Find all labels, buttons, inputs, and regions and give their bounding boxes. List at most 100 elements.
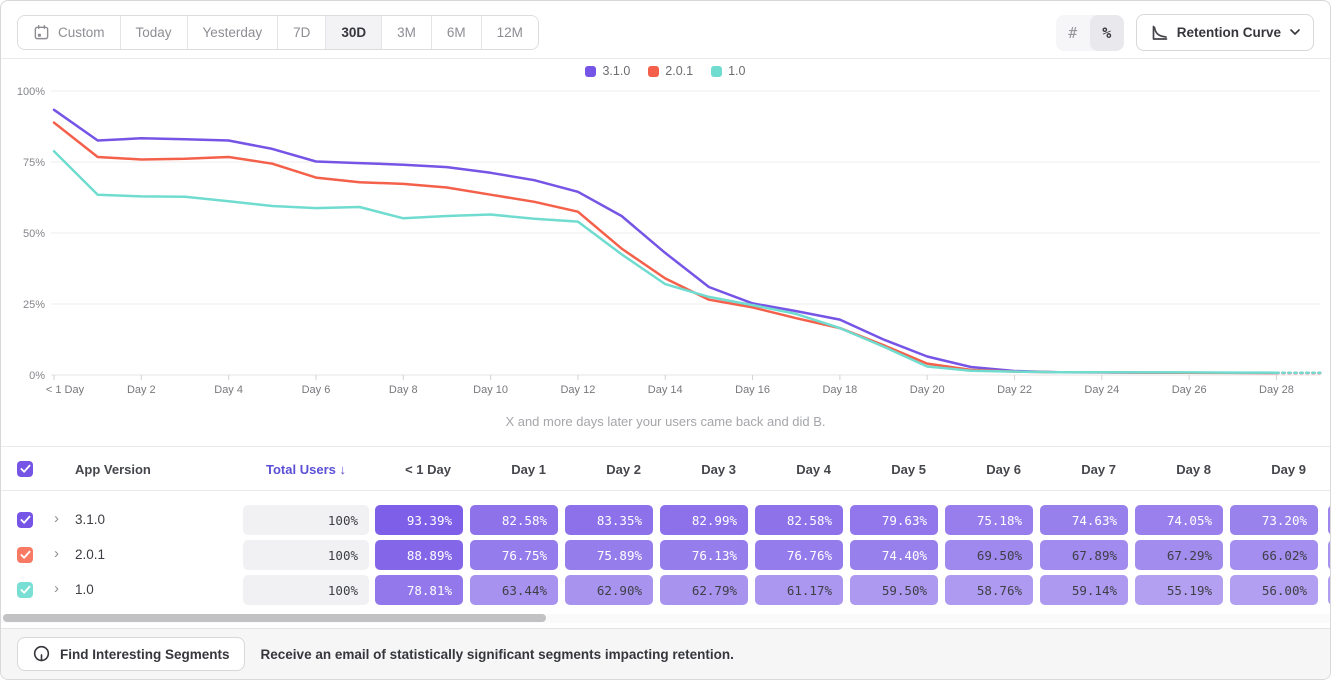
y-axis-label: 0% — [29, 370, 45, 382]
retention-cell[interactable]: 63.44% — [470, 575, 558, 605]
y-axis-label: 75% — [23, 157, 45, 169]
retention-cell[interactable]: 67.89% — [1040, 540, 1128, 570]
horizontal-scrollbar-track[interactable] — [1, 614, 1330, 623]
series-line-1.0[interactable] — [54, 151, 1277, 373]
date-range-yesterday[interactable]: Yesterday — [187, 16, 278, 49]
date-range-today[interactable]: Today — [120, 16, 187, 49]
date-range-12m[interactable]: 12M — [481, 16, 538, 49]
series-line-2.0.1[interactable] — [54, 123, 1277, 373]
toolbar: Custom Today Yesterday 7D 30D 3M6M12M #% Rete… — [1, 1, 1330, 59]
select-all-checkbox[interactable] — [17, 461, 33, 477]
retention-cell[interactable]: 76.75% — [470, 540, 558, 570]
legend-item-2.0.1[interactable]: 2.0.1 — [648, 64, 693, 78]
retention-cell[interactable]: 62.90% — [565, 575, 653, 605]
column-header-day-5[interactable]: Day 5 — [850, 462, 926, 477]
retention-cell[interactable]: 82.58% — [755, 505, 843, 535]
column-header-day-7[interactable]: Day 7 — [1040, 462, 1116, 477]
row-checkbox-1.0[interactable] — [17, 582, 33, 598]
retention-report-card: Custom Today Yesterday 7D 30D 3M6M12M #% Rete… — [0, 0, 1331, 680]
check-icon — [20, 585, 31, 595]
retention-cell[interactable]: 82.99% — [660, 505, 748, 535]
column-header-day-3[interactable]: Day 3 — [660, 462, 736, 477]
date-range-label: Yesterday — [203, 25, 263, 40]
series-line-3.1.0[interactable] — [54, 110, 1277, 373]
retention-cell[interactable]: 74.63% — [1040, 505, 1128, 535]
date-range-label: Custom — [58, 25, 105, 40]
percent-mode-icon[interactable]: % — [1090, 15, 1124, 51]
toolbar-right: #% Retention Curve — [1056, 14, 1314, 51]
column-header-day-1[interactable]: Day 1 — [470, 462, 546, 477]
segments-icon — [32, 645, 51, 664]
retention-cell[interactable]: 67.29% — [1135, 540, 1223, 570]
column-header-day-4[interactable]: Day 4 — [755, 462, 831, 477]
retention-cell[interactable]: 74.40% — [850, 540, 938, 570]
expand-chevron-icon[interactable]: › — [54, 510, 59, 527]
column-header-day-2[interactable]: Day 2 — [565, 462, 641, 477]
retention-cell[interactable]: 83.35% — [565, 505, 653, 535]
total-users-cell: 100% — [243, 540, 369, 570]
x-axis-label: Day 20 — [910, 384, 945, 396]
retention-cell[interactable]: 75.18% — [945, 505, 1033, 535]
x-axis-label: Day 28 — [1259, 384, 1294, 396]
date-range-group: Custom Today Yesterday 7D 30D 3M6M12M — [17, 15, 539, 50]
chart-type-label: Retention Curve — [1177, 25, 1281, 40]
retention-cell[interactable]: 75.89% — [565, 540, 653, 570]
table-row-1.0[interactable]: ›1.0100%78.81%63.44%62.90%62.79%61.17%59… — [1, 575, 1330, 605]
retention-cell[interactable]: 73.20% — [1230, 505, 1318, 535]
expand-chevron-icon[interactable]: › — [54, 545, 59, 562]
column-header-total-users[interactable]: Total Users ↓ — [243, 462, 369, 477]
footer-message: Receive an email of statistically signif… — [261, 647, 734, 662]
x-axis-label: Day 12 — [560, 384, 595, 396]
y-axis-label: 50% — [23, 228, 45, 240]
retention-cell[interactable]: 78.81% — [375, 575, 463, 605]
absolute-mode-icon[interactable]: # — [1056, 15, 1090, 51]
retention-cell[interactable]: 93.39% — [375, 505, 463, 535]
retention-cell[interactable]: 69.50% — [945, 540, 1033, 570]
retention-cell[interactable]: 79.63% — [850, 505, 938, 535]
table-header: App Version Total Users ↓ < 1 Day Day 1 Day … — [1, 446, 1330, 491]
column-header-day-6[interactable]: Day 6 — [945, 462, 1021, 477]
column-header--1-day[interactable]: < 1 Day — [375, 462, 451, 477]
date-range-3m[interactable]: 3M — [381, 16, 431, 49]
retention-cell[interactable]: 66.02% — [1230, 540, 1318, 570]
column-header-day-8[interactable]: Day 8 — [1135, 462, 1211, 477]
legend-item-1.0[interactable]: 1.0 — [711, 64, 745, 78]
column-header-app-version: App Version — [75, 462, 151, 477]
chart-type-dropdown[interactable]: Retention Curve — [1136, 14, 1314, 51]
total-users-cell: 100% — [243, 505, 369, 535]
row-checkbox-3.1.0[interactable] — [17, 512, 33, 528]
date-range-custom[interactable]: Custom — [18, 16, 120, 49]
date-range-6m[interactable]: 6M — [431, 16, 481, 49]
retention-cell[interactable]: 61.17% — [755, 575, 843, 605]
y-axis-label: 25% — [23, 299, 45, 311]
column-header-day-9[interactable]: Day 9 — [1230, 462, 1306, 477]
x-axis-label: Day 14 — [648, 384, 683, 396]
retention-cell[interactable]: 56.00% — [1230, 575, 1318, 605]
chevron-down-icon — [1290, 29, 1300, 36]
retention-cell[interactable]: 58.76% — [945, 575, 1033, 605]
retention-cell[interactable]: 76.76% — [755, 540, 843, 570]
x-axis-label: Day 2 — [127, 384, 156, 396]
legend-item-3.1.0[interactable]: 3.1.0 — [585, 64, 630, 78]
retention-cell[interactable]: 76.13% — [660, 540, 748, 570]
retention-cell[interactable]: 82.58% — [470, 505, 558, 535]
find-segments-label: Find Interesting Segments — [60, 647, 230, 662]
expand-chevron-icon[interactable]: › — [54, 580, 59, 597]
retention-cell[interactable]: 74.05% — [1135, 505, 1223, 535]
table-row-3.1.0[interactable]: ›3.1.0100%93.39%82.58%83.35%82.99%82.58%… — [1, 505, 1330, 535]
date-range-7d[interactable]: 7D — [277, 16, 325, 49]
table-row-2.0.1[interactable]: ›2.0.1100%88.89%76.75%75.89%76.13%76.76%… — [1, 540, 1330, 570]
date-range-30d[interactable]: 30D — [325, 16, 381, 49]
find-segments-button[interactable]: Find Interesting Segments — [17, 637, 245, 671]
retention-cell[interactable]: 88.89% — [375, 540, 463, 570]
chart-legend: 3.1.0 2.0.1 1.0 — [1, 64, 1330, 78]
legend-label: 3.1.0 — [602, 64, 630, 78]
row-checkbox-2.0.1[interactable] — [17, 547, 33, 563]
date-range-label: 30D — [341, 25, 366, 40]
retention-cell[interactable]: 62.79% — [660, 575, 748, 605]
retention-cell[interactable]: 55.19% — [1135, 575, 1223, 605]
horizontal-scrollbar-thumb[interactable] — [3, 614, 546, 622]
x-axis-label: < 1 Day — [46, 384, 85, 396]
retention-cell[interactable]: 59.50% — [850, 575, 938, 605]
retention-cell[interactable]: 59.14% — [1040, 575, 1128, 605]
